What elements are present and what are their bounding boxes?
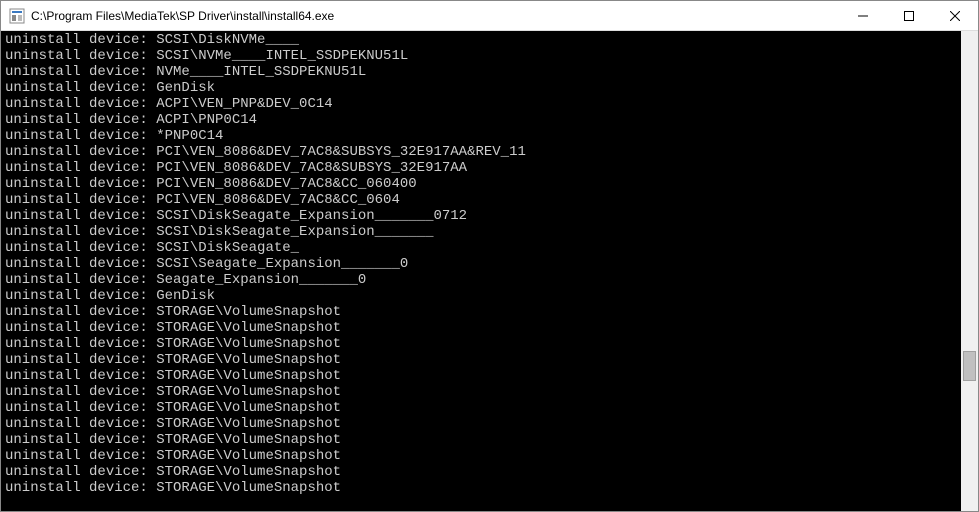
console-area: uninstall device: SCSI\DiskNVMe____ unin…	[1, 31, 978, 511]
scrollbar-thumb[interactable]	[963, 351, 976, 381]
minimize-button[interactable]	[840, 1, 886, 30]
titlebar[interactable]: C:\Program Files\MediaTek\SP Driver\inst…	[1, 1, 978, 31]
close-icon	[950, 11, 960, 21]
close-button[interactable]	[932, 1, 978, 30]
window-title: C:\Program Files\MediaTek\SP Driver\inst…	[31, 9, 334, 23]
vertical-scrollbar[interactable]	[961, 31, 978, 511]
window-frame: C:\Program Files\MediaTek\SP Driver\inst…	[0, 0, 979, 512]
maximize-icon	[904, 11, 914, 21]
console-output[interactable]: uninstall device: SCSI\DiskNVMe____ unin…	[1, 31, 961, 511]
maximize-button[interactable]	[886, 1, 932, 30]
window-controls	[840, 1, 978, 30]
minimize-icon	[858, 11, 868, 21]
app-icon	[9, 8, 25, 24]
